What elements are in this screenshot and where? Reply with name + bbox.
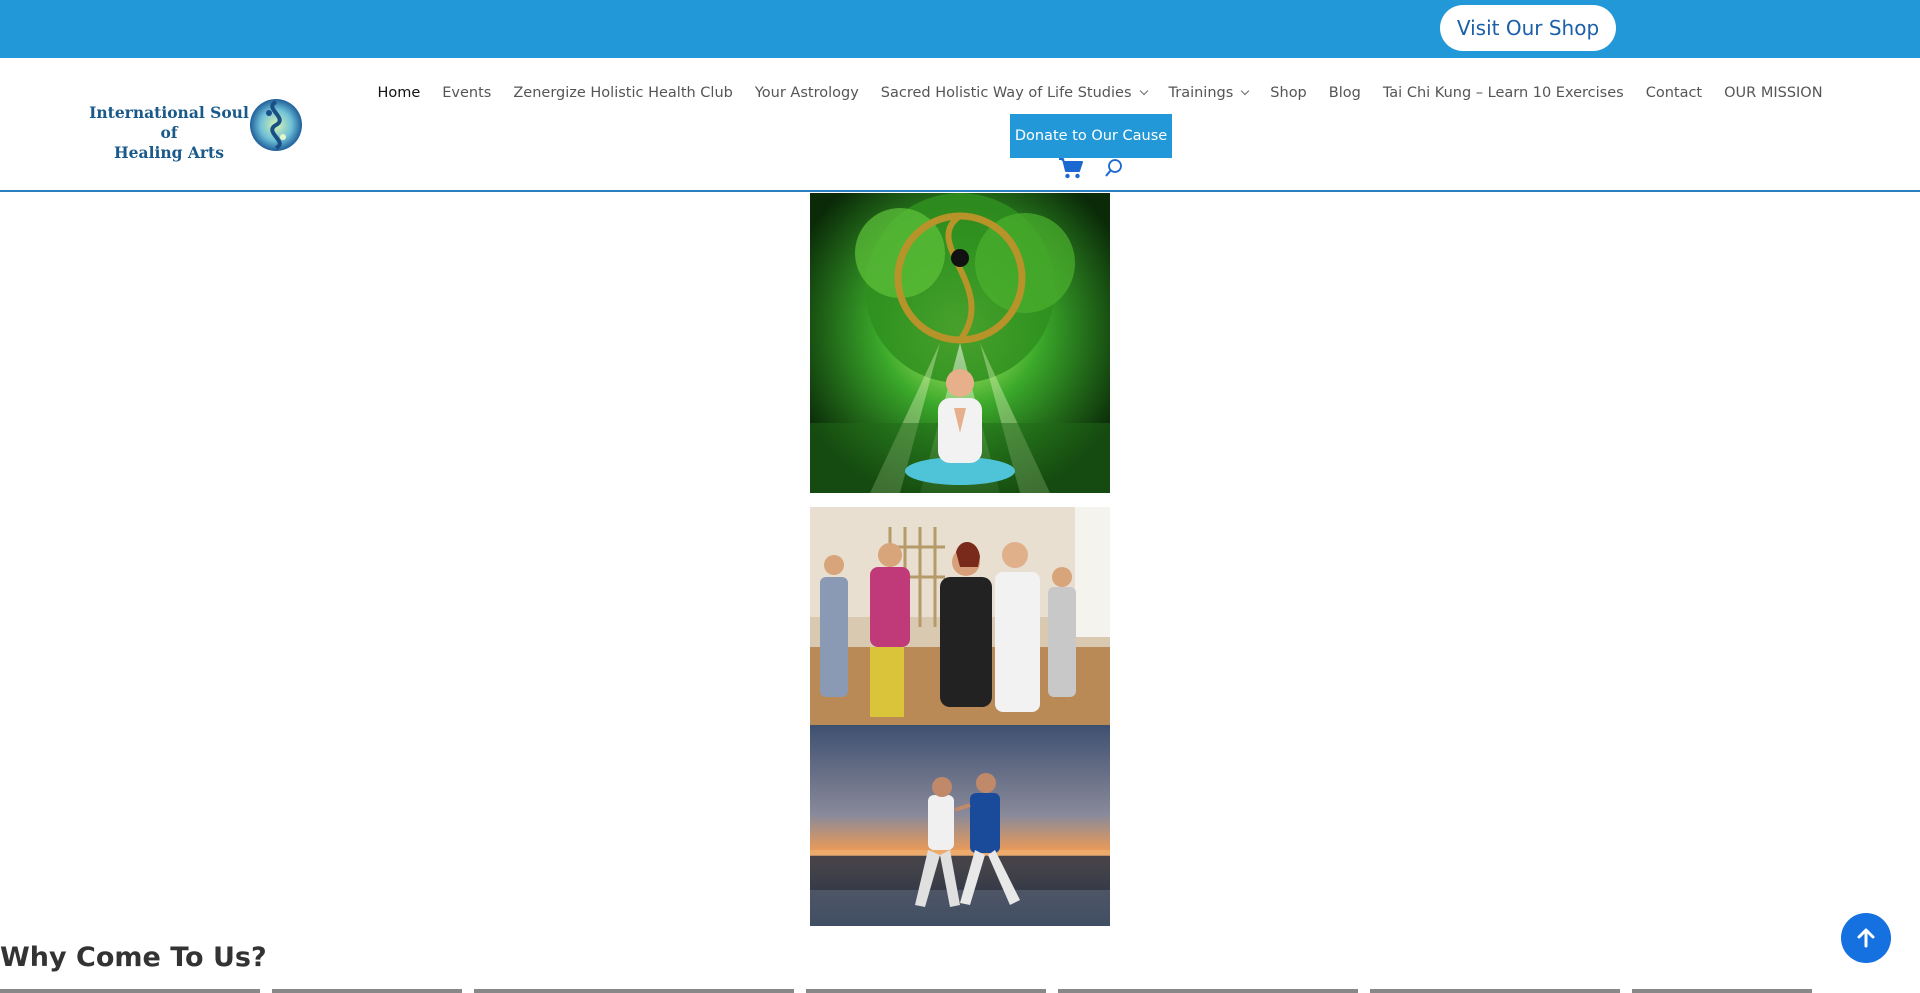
arrow-up-icon [1857, 928, 1875, 948]
meditation-tree-image [810, 193, 1110, 493]
nav-label: Contact [1645, 85, 1703, 101]
chevron-down-icon [1139, 86, 1148, 96]
cart-icon[interactable] [1058, 156, 1084, 180]
site-logo[interactable]: International Soul of Healing Arts [89, 98, 305, 162]
nav-blog[interactable]: Blog [1329, 85, 1361, 101]
main-nav: Home Events Zenergize Holistic Health Cl… [377, 78, 1822, 108]
nav-label: Sacred Holistic Way of Life Studies [880, 85, 1132, 101]
nav-contact[interactable]: Contact [1646, 85, 1702, 101]
nav-label: Tai Chi Kung – Learn 10 Exercises [1382, 85, 1624, 101]
logo-line-2: Healing Arts [114, 143, 224, 162]
top-bar: Visit Our Shop [0, 0, 1920, 58]
donate-button[interactable]: Donate to Our Cause [1010, 114, 1172, 158]
nav-label: Zenergize Holistic Health Club [513, 85, 733, 101]
nav-trainings[interactable]: Trainings [1168, 85, 1250, 101]
nav-label: Blog [1328, 85, 1361, 101]
nav-label: Home [377, 85, 421, 101]
nav-sacred-studies[interactable]: Sacred Holistic Way of Life Studies [880, 85, 1148, 101]
nav-events[interactable]: Events [442, 85, 491, 101]
search-icon[interactable] [1104, 158, 1124, 178]
nav-home[interactable]: Home [377, 85, 420, 101]
scroll-to-top-button[interactable] [1841, 913, 1891, 963]
visit-shop-button[interactable]: Visit Our Shop [1440, 5, 1616, 51]
site-header: International Soul of Healing Arts Home … [0, 58, 1920, 192]
yin-yang-logo-icon [250, 99, 302, 151]
chevron-down-icon [1241, 86, 1250, 96]
nav-label: Events [442, 85, 492, 101]
logo-line-1: International Soul of [89, 103, 249, 142]
nav-zenergize[interactable]: Zenergize Holistic Health Club [513, 85, 733, 101]
nav-shop[interactable]: Shop [1270, 85, 1306, 101]
nav-label: Your Astrology [754, 85, 859, 101]
section-heading: Why Come To Us? [0, 942, 267, 973]
nav-astrology[interactable]: Your Astrology [755, 85, 859, 101]
class-training-image [810, 507, 1110, 725]
nav-mission[interactable]: OUR MISSION [1724, 85, 1822, 101]
cut-off-paragraph-text [0, 989, 1812, 993]
nav-label: Trainings [1168, 85, 1234, 101]
logo-text: International Soul of Healing Arts [89, 103, 249, 163]
nav-tai-chi[interactable]: Tai Chi Kung – Learn 10 Exercises [1383, 85, 1624, 101]
nav-label: OUR MISSION [1724, 85, 1823, 101]
beach-sunset-image [810, 725, 1110, 926]
nav-label: Shop [1270, 85, 1307, 101]
